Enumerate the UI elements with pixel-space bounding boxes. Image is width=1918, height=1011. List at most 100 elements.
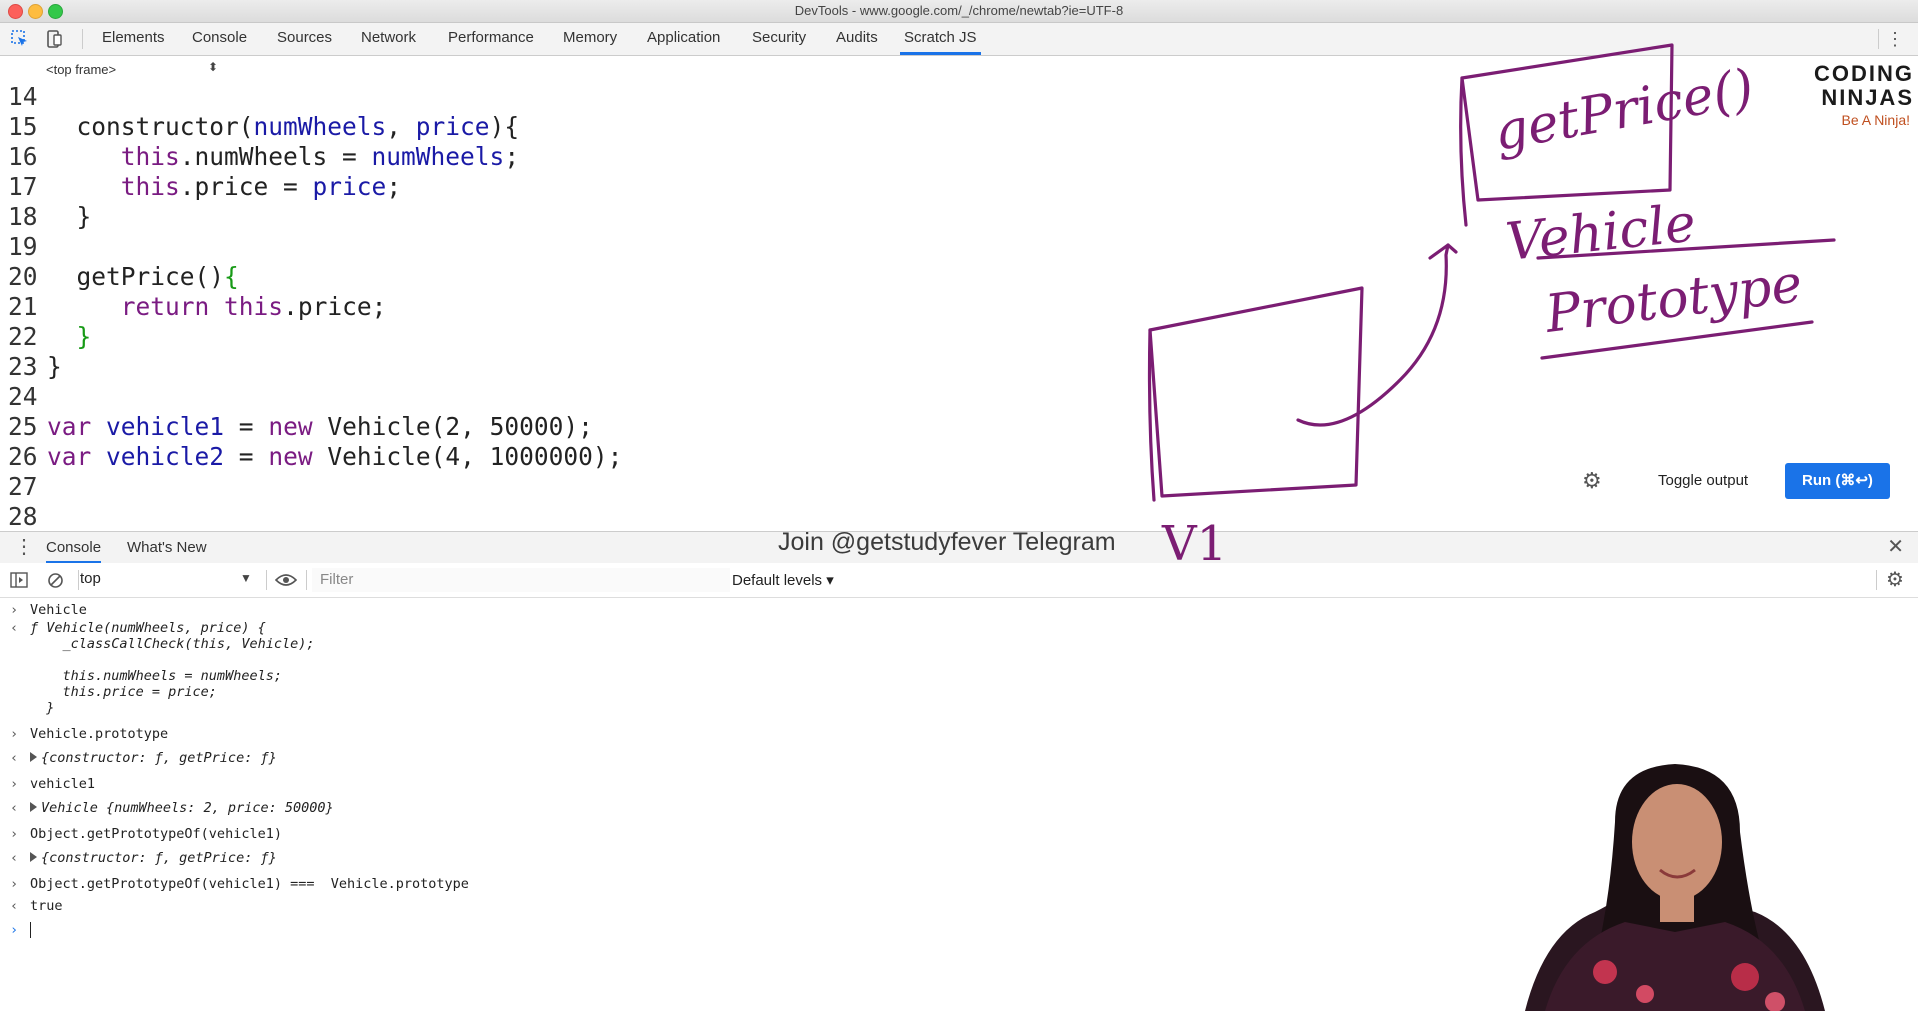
prototype-link-arrow: [1296, 243, 1450, 427]
console-output-object[interactable]: {constructor: ƒ, getPrice: ƒ}: [30, 850, 277, 866]
window-titlebar: DevTools - www.google.com/_/chrome/newta…: [0, 0, 1918, 23]
coding-ninjas-logo: CODING NINJAS Be A Ninja!: [1760, 62, 1918, 134]
expand-triangle-icon[interactable]: [30, 752, 37, 762]
output-prompt-icon: ‹: [10, 750, 19, 766]
console-output-fn-line: _classCallCheck(this, Vehicle);: [30, 636, 315, 652]
console-output-object[interactable]: Vehicle {numWheels: 2, price: 50000}: [30, 800, 334, 816]
console-input: Vehicle: [30, 602, 87, 618]
close-drawer-icon[interactable]: ✕: [1887, 534, 1904, 559]
console-toolbar: top ▼ Filter Default levels ▾ ⚙: [0, 563, 1918, 598]
prototype-underline: [1540, 320, 1814, 360]
console-prompt-input[interactable]: [30, 922, 31, 938]
console-output-object[interactable]: {constructor: ƒ, getPrice: ƒ}: [30, 750, 277, 766]
logo-name: CODING NINJAS: [1814, 61, 1914, 110]
line-number: 21: [8, 292, 38, 321]
line-number: 23: [8, 352, 38, 381]
code-line: return this.price;: [120, 292, 387, 321]
input-prompt-icon: ›: [10, 726, 19, 742]
tab-console[interactable]: Console: [188, 23, 251, 55]
line-number: 27: [8, 472, 38, 501]
toggle-output-button[interactable]: Toggle output: [1648, 464, 1758, 498]
tab-network[interactable]: Network: [357, 23, 420, 55]
code-line: }: [47, 322, 92, 351]
context-dropdown-arrow-icon[interactable]: ▼: [240, 571, 252, 585]
console-input: vehicle1: [30, 776, 96, 792]
console-input: Vehicle.prototype: [30, 726, 169, 742]
expand-triangle-icon[interactable]: [30, 802, 37, 812]
prototype-label: Prototype: [1541, 254, 1805, 345]
getprice-box: [1460, 43, 1674, 202]
tab-security[interactable]: Security: [748, 23, 810, 55]
code-line: this.numWheels = numWheels;: [120, 142, 520, 171]
presenter-video: [1525, 764, 1825, 1011]
tab-scratch-js[interactable]: Scratch JS: [900, 23, 981, 55]
code-line: constructor(numWheels, price){: [47, 112, 520, 141]
toolbar-divider: [82, 29, 83, 49]
log-levels-dropdown[interactable]: Default levels ▾: [732, 571, 834, 589]
logo-tagline: Be A Ninja!: [1841, 112, 1911, 128]
toolbar-divider: [78, 570, 79, 590]
line-number: 17: [8, 172, 38, 201]
code-line: var vehicle1 = new Vehicle(2, 50000);: [47, 412, 593, 441]
drawer-tab-console[interactable]: Console: [46, 532, 102, 563]
settings-gear-icon[interactable]: ⚙: [1582, 468, 1602, 494]
devtools-tabbar: Elements Console Sources Network Performance…: [0, 23, 1918, 56]
tab-memory[interactable]: Memory: [559, 23, 621, 55]
device-toolbar-icon[interactable]: [44, 29, 64, 49]
code-line: var vehicle2 = new Vehicle(4, 1000000);: [47, 442, 623, 471]
toolbar-divider: [1876, 570, 1877, 590]
run-button[interactable]: Run (⌘↩): [1785, 463, 1890, 499]
line-number: 16: [8, 142, 38, 171]
getprice-box-edge: [1459, 76, 1468, 227]
inspect-element-icon[interactable]: [10, 29, 30, 49]
console-filter-input[interactable]: Filter: [312, 568, 730, 592]
getprice-label: getPrice(): [1490, 58, 1758, 163]
line-number: 28: [8, 502, 38, 531]
input-prompt-icon: ›: [10, 826, 19, 842]
output-prompt-icon: ‹: [10, 898, 19, 914]
code-line: getPrice(){: [47, 262, 239, 291]
clear-console-icon[interactable]: [47, 572, 64, 589]
live-expression-eye-icon[interactable]: [275, 573, 297, 587]
more-options-icon[interactable]: ⋮: [1886, 29, 1904, 50]
console-input: Object.getPrototypeOf(vehicle1): [30, 826, 282, 842]
code-line: this.price = price;: [120, 172, 402, 201]
line-number: 26: [8, 442, 38, 471]
sidebar-toggle-icon[interactable]: [10, 572, 28, 588]
console-output-fn-line: }: [30, 700, 55, 716]
console-output-fn-line: this.price = price;: [30, 684, 217, 700]
tab-audits[interactable]: Audits: [832, 23, 882, 55]
toolbar-divider: [266, 570, 267, 590]
tab-sources[interactable]: Sources: [273, 23, 336, 55]
frame-selector[interactable]: <top frame>: [46, 62, 116, 77]
input-prompt-icon: ›: [10, 876, 19, 892]
expand-triangle-icon[interactable]: [30, 852, 37, 862]
tab-application[interactable]: Application: [643, 23, 724, 55]
console-output-fn-line: ƒ Vehicle(numWheels, price) {: [30, 620, 266, 636]
telegram-watermark: Join @getstudyfever Telegram: [778, 528, 1116, 556]
input-prompt-icon: ›: [10, 922, 19, 938]
console-output-fn-line: this.numWheels = numWheels;: [30, 668, 282, 684]
line-number: 20: [8, 262, 38, 291]
line-number: 18: [8, 202, 38, 231]
tab-elements[interactable]: Elements: [98, 23, 169, 55]
code-editor[interactable]: 14 15 constructor(numWheels, price){ 16 …: [0, 82, 1140, 531]
output-prompt-icon: ‹: [10, 850, 19, 866]
window-title: DevTools - www.google.com/_/chrome/newta…: [794, 3, 1124, 18]
tab-performance[interactable]: Performance: [444, 23, 538, 55]
input-prompt-icon: ›: [10, 776, 19, 792]
toolbar-divider: [306, 570, 307, 590]
line-number: 19: [8, 232, 38, 261]
drawer-tab-whats-new[interactable]: What's New: [127, 532, 207, 563]
context-selector[interactable]: top: [80, 570, 250, 592]
line-number: 22: [8, 322, 38, 351]
code-line: }: [47, 352, 62, 381]
line-number: 15: [8, 112, 38, 141]
code-line: }: [47, 202, 92, 231]
console-settings-icon[interactable]: ⚙: [1886, 567, 1904, 592]
console-output-value: true: [30, 898, 63, 914]
output-prompt-icon: ‹: [10, 620, 19, 636]
vehicle1-object-box: [1148, 286, 1364, 498]
frame-selector-arrow-icon[interactable]: ⬍: [208, 60, 218, 74]
drawer-menu-icon[interactable]: ⋮: [14, 532, 34, 563]
